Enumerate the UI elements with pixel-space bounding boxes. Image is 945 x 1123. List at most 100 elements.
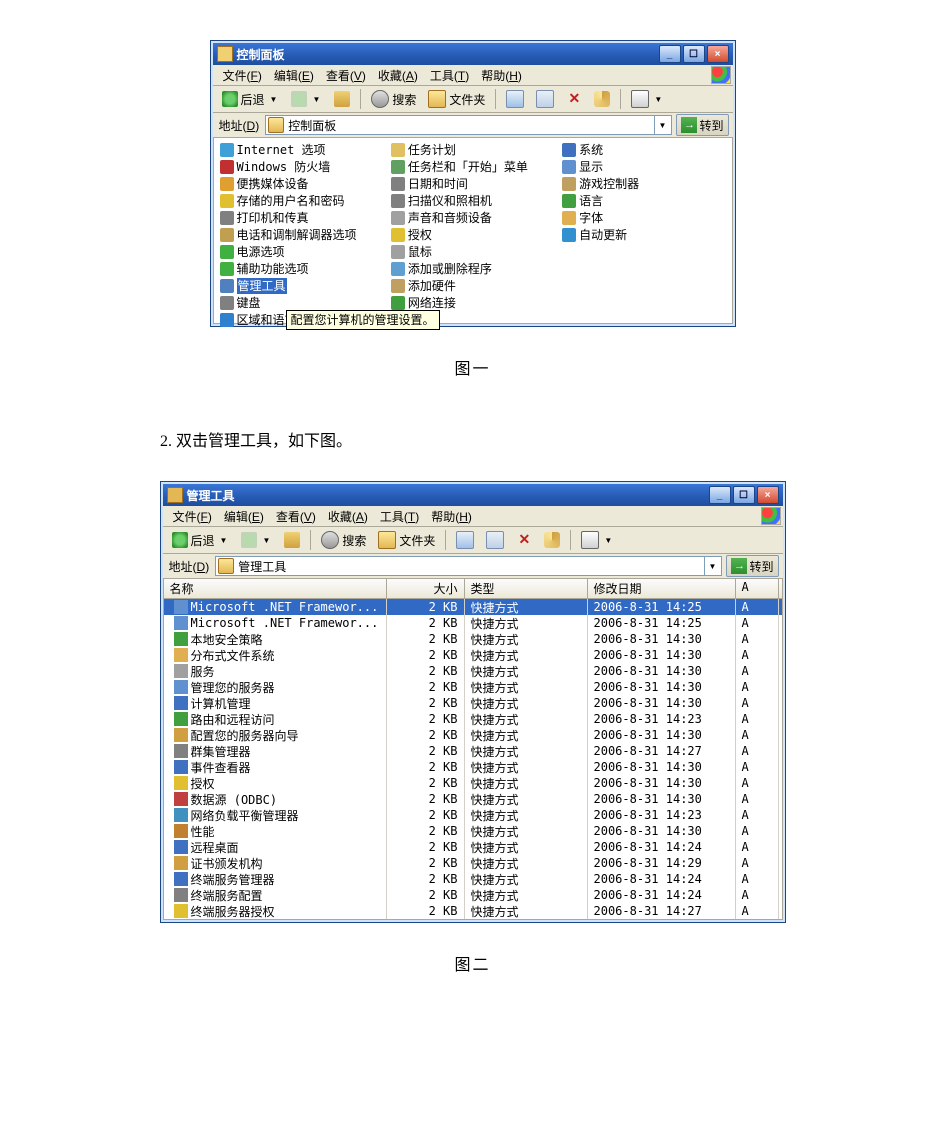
- cp-item[interactable]: 辅助功能选项: [220, 261, 383, 277]
- applet-label: 自动更新: [579, 227, 627, 243]
- search-button[interactable]: 搜索: [366, 87, 421, 111]
- chevron-down-icon[interactable]: ▼: [652, 95, 664, 104]
- forward-button[interactable]: ▼: [286, 88, 327, 110]
- cp-item[interactable]: 管理工具: [220, 278, 383, 294]
- maximize-button[interactable]: ☐: [683, 45, 705, 63]
- applet-icon: [391, 211, 405, 225]
- folders-button[interactable]: 文件夹: [373, 528, 440, 552]
- cp-item[interactable]: 网络连接: [391, 295, 554, 311]
- titlebar[interactable]: 控制面板 _ ☐ ×: [213, 43, 733, 65]
- delete-button[interactable]: ✕: [561, 88, 587, 110]
- back-button[interactable]: 后退 ▼: [217, 88, 285, 111]
- applet-icon: [220, 160, 234, 174]
- chevron-down-icon[interactable]: ▼: [310, 95, 322, 104]
- up-button[interactable]: [329, 88, 355, 110]
- file-list[interactable]: Microsoft .NET Framewor...2 KB快捷方式2006-8…: [164, 599, 782, 919]
- folders-button[interactable]: 文件夹: [423, 87, 490, 111]
- cp-item[interactable]: 电源选项: [220, 244, 383, 260]
- column-attributes[interactable]: A: [736, 579, 779, 598]
- up-button[interactable]: [279, 529, 305, 551]
- column-type[interactable]: 类型: [465, 579, 588, 598]
- minimize-button[interactable]: _: [659, 45, 681, 63]
- forward-button[interactable]: ▼: [236, 529, 277, 551]
- move-to-button[interactable]: [451, 528, 479, 552]
- address-input[interactable]: 管理工具 ▼: [215, 556, 722, 576]
- menu-工具[interactable]: 工具(T): [424, 66, 475, 85]
- maximize-button[interactable]: ☐: [733, 486, 755, 504]
- menu-编辑[interactable]: 编辑(E): [268, 66, 320, 85]
- menu-查看[interactable]: 查看(V): [320, 66, 372, 85]
- menu-收藏[interactable]: 收藏(A): [372, 66, 424, 85]
- column-name[interactable]: 名称: [164, 579, 387, 598]
- file-date: 2006-8-31 14:30: [588, 695, 736, 711]
- file-size: 2 KB: [387, 807, 465, 823]
- menu-工具[interactable]: 工具(T): [374, 507, 425, 526]
- views-button[interactable]: ▼: [576, 528, 619, 552]
- chevron-down-icon[interactable]: ▼: [268, 95, 280, 104]
- cp-item[interactable]: 键盘: [220, 295, 383, 311]
- address-input[interactable]: 控制面板 ▼: [265, 115, 672, 135]
- titlebar[interactable]: 管理工具 _ ☐ ×: [163, 484, 783, 506]
- cp-item[interactable]: 字体: [562, 210, 725, 226]
- cp-item[interactable]: Windows 防火墙: [220, 159, 383, 175]
- back-button[interactable]: 后退 ▼: [167, 529, 235, 552]
- applet-label: Windows 防火墙: [237, 159, 331, 175]
- copy-to-button[interactable]: [531, 87, 559, 111]
- menu-查看[interactable]: 查看(V): [270, 507, 322, 526]
- cp-item[interactable]: 便携媒体设备: [220, 176, 383, 192]
- cp-item[interactable]: 扫描仪和照相机: [391, 193, 554, 209]
- menu-帮助[interactable]: 帮助(H): [475, 66, 528, 85]
- undo-button[interactable]: [589, 88, 615, 110]
- menu-收藏[interactable]: 收藏(A): [322, 507, 374, 526]
- cp-item[interactable]: 打印机和传真: [220, 210, 383, 226]
- menu-文件[interactable]: 文件(F): [217, 66, 268, 85]
- file-date: 2006-8-31 14:24: [588, 887, 736, 903]
- chevron-down-icon[interactable]: ▼: [654, 116, 669, 134]
- views-button[interactable]: ▼: [626, 87, 669, 111]
- cp-item[interactable]: 任务计划: [391, 142, 554, 158]
- column-size[interactable]: 大小: [387, 579, 465, 598]
- shortcut-icon: [174, 888, 188, 902]
- search-button[interactable]: 搜索: [316, 528, 371, 552]
- cp-item[interactable]: 系统: [562, 142, 725, 158]
- cp-item[interactable]: 语言: [562, 193, 725, 209]
- copy-to-button[interactable]: [481, 528, 509, 552]
- cp-item[interactable]: Internet 选项: [220, 142, 383, 158]
- file-size: 2 KB: [387, 775, 465, 791]
- menu-帮助[interactable]: 帮助(H): [425, 507, 478, 526]
- applet-label: 授权: [408, 227, 432, 243]
- file-name: Microsoft .NET Framewor...: [191, 600, 379, 614]
- close-button[interactable]: ×: [707, 45, 729, 63]
- column-date[interactable]: 修改日期: [588, 579, 736, 598]
- chevron-down-icon[interactable]: ▼: [260, 536, 272, 545]
- undo-button[interactable]: [539, 529, 565, 551]
- move-to-button[interactable]: [501, 87, 529, 111]
- list-item[interactable]: 终端服务器授权2 KB快捷方式2006-8-31 14:27A: [164, 903, 782, 919]
- cp-item[interactable]: 添加或删除程序: [391, 261, 554, 277]
- cp-item[interactable]: 自动更新: [562, 227, 725, 243]
- cp-item[interactable]: 任务栏和「开始」菜单: [391, 159, 554, 175]
- cp-item[interactable]: 声音和音频设备: [391, 210, 554, 226]
- chevron-down-icon[interactable]: ▼: [704, 557, 719, 575]
- chevron-down-icon[interactable]: ▼: [602, 536, 614, 545]
- cp-item[interactable]: 添加硬件: [391, 278, 554, 294]
- cp-item[interactable]: 电话和调制解调器选项: [220, 227, 383, 243]
- cp-item[interactable]: 游戏控制器: [562, 176, 725, 192]
- minimize-button[interactable]: _: [709, 486, 731, 504]
- cp-item[interactable]: 授权: [391, 227, 554, 243]
- file-size: 2 KB: [387, 615, 465, 631]
- cp-item[interactable]: 鼠标: [391, 244, 554, 260]
- chevron-down-icon[interactable]: ▼: [218, 536, 230, 545]
- shortcut-icon: [174, 904, 188, 918]
- cp-item[interactable]: 存储的用户名和密码: [220, 193, 383, 209]
- close-button[interactable]: ×: [757, 486, 779, 504]
- shortcut-icon: [174, 664, 188, 678]
- delete-button[interactable]: ✕: [511, 529, 537, 551]
- menu-编辑[interactable]: 编辑(E): [218, 507, 270, 526]
- menu-文件[interactable]: 文件(F): [167, 507, 218, 526]
- list-header[interactable]: 名称 大小 类型 修改日期 A: [164, 579, 782, 599]
- go-button[interactable]: → 转到: [676, 114, 728, 136]
- go-button[interactable]: → 转到: [726, 555, 778, 577]
- cp-item[interactable]: 日期和时间: [391, 176, 554, 192]
- cp-item[interactable]: 显示: [562, 159, 725, 175]
